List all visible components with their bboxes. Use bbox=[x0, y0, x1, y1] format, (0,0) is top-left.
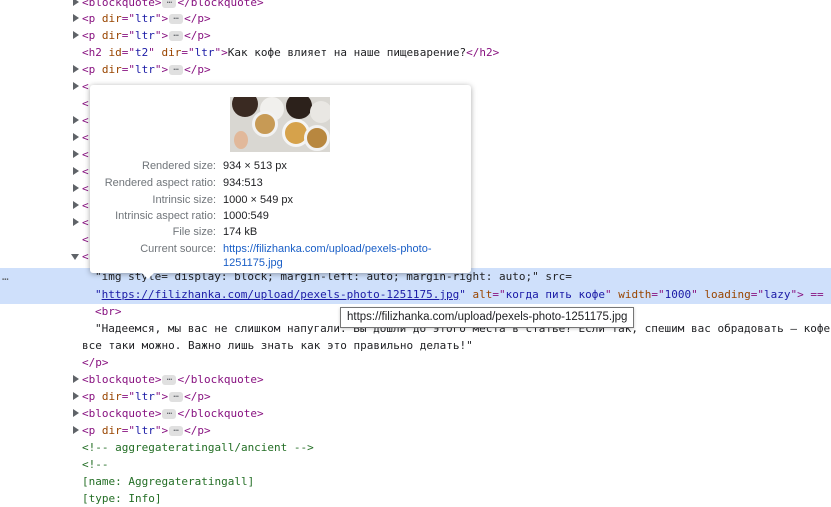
image-preview-popover: Rendered size: 934 × 513 px Rendered asp… bbox=[90, 85, 471, 279]
current-source-row: Current source: https://filizhanka.com/u… bbox=[90, 242, 471, 272]
text-node[interactable]: все таки можно. Важно лишь знать как это… bbox=[0, 337, 831, 354]
dom-node-p-close[interactable]: </p> bbox=[0, 354, 831, 371]
expand-triangle-icon[interactable] bbox=[73, 82, 79, 90]
intrinsic-aspect-row: Intrinsic aspect ratio: 1000:549 bbox=[115, 210, 269, 222]
file-size-row: File size: 174 kB bbox=[172, 226, 258, 238]
expand-triangle-icon[interactable] bbox=[73, 426, 79, 434]
expand-triangle-icon[interactable] bbox=[73, 116, 79, 124]
dom-node-p[interactable]: <p dir="ltr">… </p> bbox=[0, 422, 831, 439]
more-dots-icon[interactable]: … bbox=[2, 268, 9, 285]
comment-node[interactable]: <!-- aggregateratingall/ancient --> bbox=[0, 439, 831, 456]
expand-triangle-icon[interactable] bbox=[73, 392, 79, 400]
ellipsis-icon[interactable]: … bbox=[169, 13, 184, 24]
dom-node-h2[interactable]: <h2 id="t2" dir="ltr">Как кофе влияет на… bbox=[0, 44, 831, 61]
ellipsis-icon[interactable]: … bbox=[169, 30, 184, 41]
expand-triangle-icon[interactable] bbox=[73, 184, 79, 192]
expand-triangle-icon[interactable] bbox=[73, 167, 79, 175]
expand-triangle-icon[interactable] bbox=[73, 201, 79, 209]
dom-node-img-selected[interactable]: … "img style= display: block; margin-lef… bbox=[0, 268, 831, 304]
expand-triangle-icon[interactable] bbox=[73, 14, 79, 22]
dom-node-blockquote[interactable]: <blockquote>… </blockquote> bbox=[0, 371, 831, 388]
dom-node-blockquote[interactable]: <blockquote>… </blockquote> bbox=[0, 405, 831, 422]
ellipsis-icon[interactable]: … bbox=[169, 425, 184, 436]
img-src-link[interactable]: https://filizhanka.com/upload/pexels-pho… bbox=[102, 288, 460, 301]
url-tooltip: https://filizhanka.com/upload/pexels-pho… bbox=[340, 307, 635, 328]
ellipsis-icon[interactable]: … bbox=[162, 0, 177, 8]
dom-node-p[interactable]: <p dir="ltr">… </p> bbox=[0, 27, 831, 44]
expand-triangle-icon[interactable] bbox=[73, 150, 79, 158]
comment-node[interactable]: [name: Aggregateratingall] bbox=[0, 473, 831, 490]
expand-triangle-icon[interactable] bbox=[73, 31, 79, 39]
expand-triangle-icon[interactable] bbox=[73, 133, 79, 141]
dom-node-p[interactable]: <p dir="ltr">… </p> bbox=[0, 388, 831, 405]
collapse-triangle-icon[interactable] bbox=[71, 254, 79, 260]
comment-node[interactable]: [type: Info] bbox=[0, 490, 831, 507]
current-source-link[interactable]: https://filizhanka.com/upload/pexels-pho… bbox=[223, 242, 463, 270]
comment-node[interactable]: <!-- bbox=[0, 456, 831, 473]
ellipsis-icon[interactable]: … bbox=[169, 391, 184, 402]
image-thumbnail bbox=[230, 97, 330, 152]
expand-triangle-icon[interactable] bbox=[73, 0, 79, 6]
rendered-size-row: Rendered size: 934 × 513 px bbox=[142, 160, 287, 172]
expand-triangle-icon[interactable] bbox=[73, 375, 79, 383]
popover-arrow bbox=[140, 271, 156, 279]
dom-node-p[interactable]: <p dir="ltr">… </p> bbox=[0, 61, 831, 78]
expand-triangle-icon[interactable] bbox=[73, 409, 79, 417]
ellipsis-icon[interactable]: … bbox=[169, 64, 184, 75]
dom-node-p[interactable]: <p dir="ltr">… </p> bbox=[0, 10, 831, 27]
intrinsic-size-row: Intrinsic size: 1000 × 549 px bbox=[152, 194, 294, 206]
ellipsis-icon[interactable]: … bbox=[162, 408, 177, 419]
expand-triangle-icon[interactable] bbox=[73, 65, 79, 73]
expand-triangle-icon[interactable] bbox=[73, 218, 79, 226]
rendered-aspect-row: Rendered aspect ratio: 934:513 bbox=[104, 177, 263, 189]
ellipsis-icon[interactable]: … bbox=[162, 374, 177, 385]
